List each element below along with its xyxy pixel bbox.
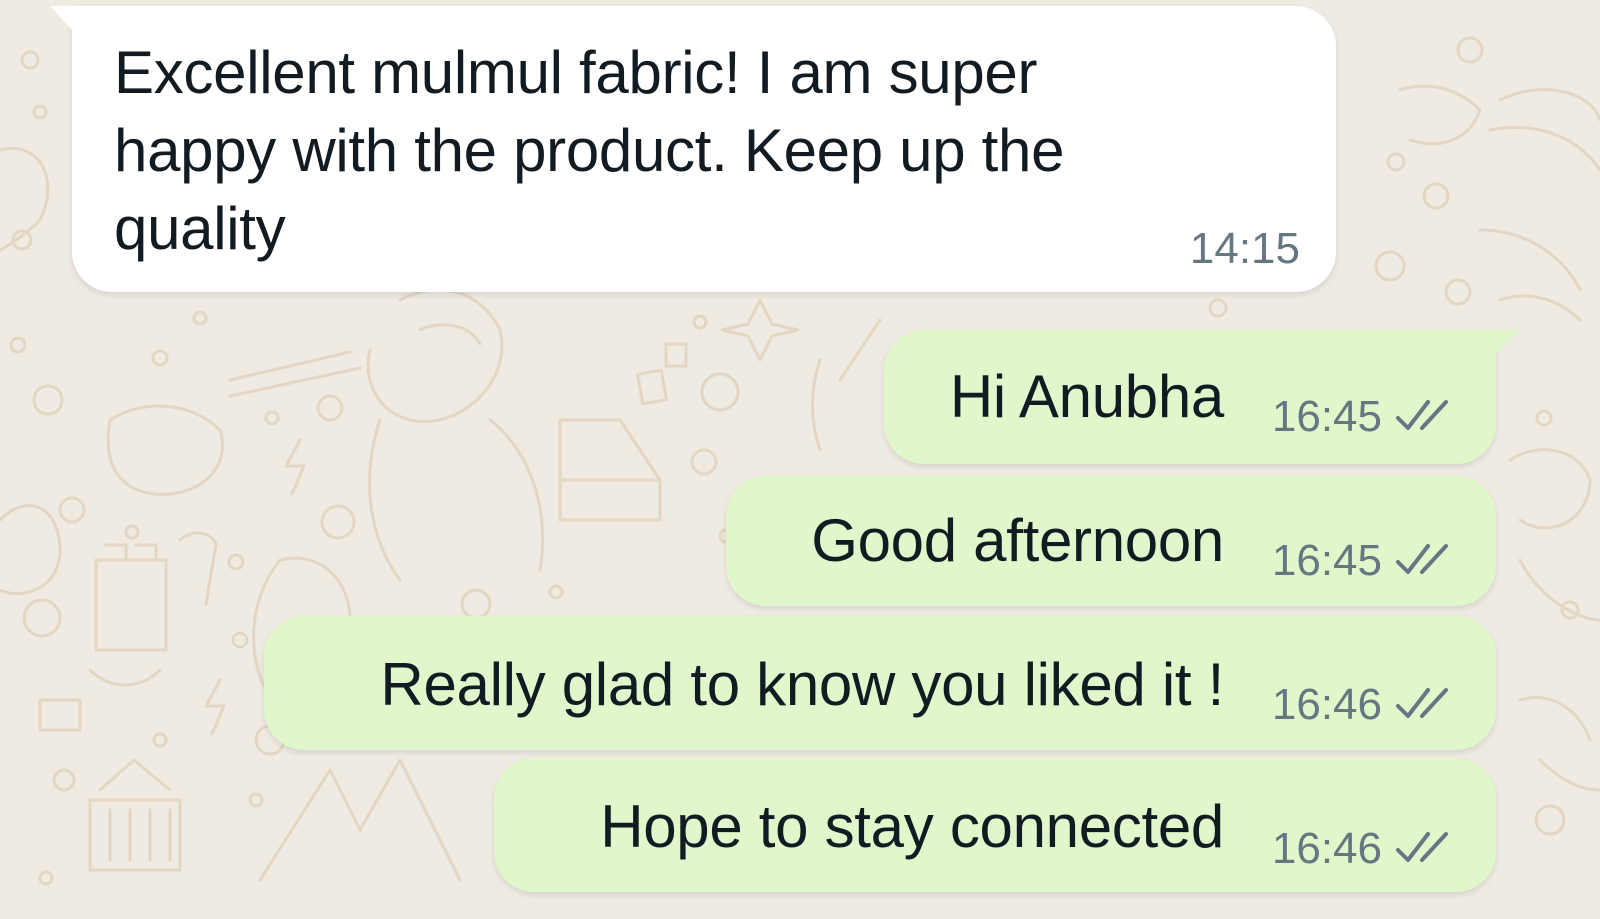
double-check-icon <box>1396 832 1448 862</box>
outgoing-message[interactable]: Hope to stay connected 16:46 <box>494 758 1496 892</box>
message-time: 16:46 <box>1271 680 1382 729</box>
message-text: Excellent mulmul fabric! I am super happ… <box>114 39 1081 262</box>
message-text: Really glad to know you liked it ! <box>380 651 1224 718</box>
message-text: Hope to stay connected <box>600 793 1224 860</box>
outgoing-message[interactable]: Good afternoon 16:45 <box>726 476 1496 606</box>
message-meta: 16:46 <box>1272 680 1460 730</box>
message-meta: 16:45 <box>1272 392 1460 442</box>
double-check-icon <box>1396 544 1448 574</box>
message-time: 16:45 <box>1271 392 1382 441</box>
message-meta: 16:45 <box>1272 536 1460 586</box>
outgoing-message[interactable]: Really glad to know you liked it ! 16:46 <box>264 616 1496 750</box>
double-check-icon <box>1396 400 1448 430</box>
outgoing-message[interactable]: Hi Anubha 16:45 <box>884 330 1520 464</box>
double-check-icon <box>1396 688 1448 718</box>
message-text: Good afternoon <box>811 507 1224 574</box>
bubble-tail <box>1494 330 1520 356</box>
chat-screen: { "chat": { "messages": [ { "direction":… <box>0 0 1600 919</box>
message-time: 14:15 <box>1189 224 1300 273</box>
message-meta: 14:15 <box>1190 224 1300 274</box>
bubble-tail <box>50 6 74 32</box>
message-time: 16:46 <box>1271 824 1382 873</box>
message-time: 16:45 <box>1271 536 1382 585</box>
incoming-message[interactable]: Excellent mulmul fabric! I am super happ… <box>50 6 1336 292</box>
message-meta: 16:46 <box>1272 824 1460 874</box>
message-text: Hi Anubha <box>949 363 1224 430</box>
